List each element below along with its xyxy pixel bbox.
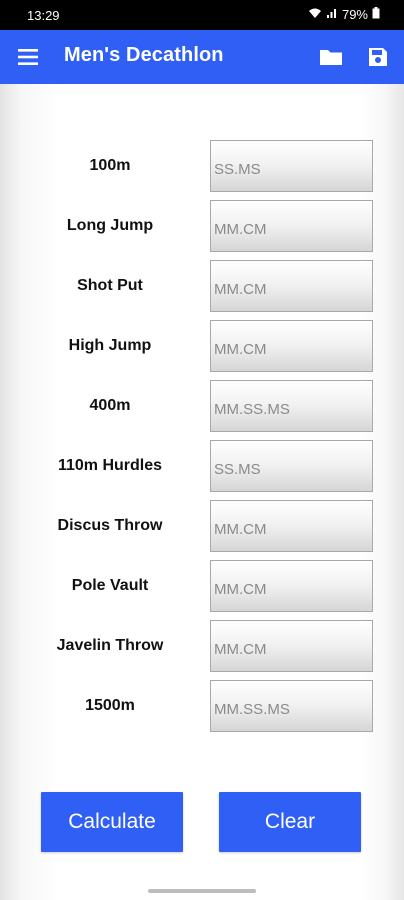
event-label: Shot Put xyxy=(77,277,143,294)
event-row-long-jump: Long Jump xyxy=(0,200,404,252)
status-time: 13:29 xyxy=(27,8,60,23)
event-input-long-jump[interactable] xyxy=(210,200,373,252)
signal-icon xyxy=(326,7,338,22)
clear-button[interactable]: Clear xyxy=(219,792,361,852)
event-row-100m: 100m xyxy=(0,140,404,192)
event-input-pole-vault[interactable] xyxy=(210,560,373,612)
event-label: High Jump xyxy=(68,337,152,354)
folder-icon[interactable] xyxy=(318,45,344,69)
event-input-1500m[interactable] xyxy=(210,680,373,732)
event-row-1500m: 1500m xyxy=(0,680,404,732)
battery-percent: 79% xyxy=(341,7,368,22)
battery-icon xyxy=(372,7,380,22)
gesture-nav-handle[interactable] xyxy=(148,889,256,893)
form-area: 100m Long Jump Shot Put High Jump 400m 1… xyxy=(0,84,404,900)
event-label: 400m xyxy=(89,397,131,414)
event-row-pole-vault: Pole Vault xyxy=(0,560,404,612)
hamburger-menu-icon[interactable] xyxy=(16,46,40,68)
event-label: Javelin Throw xyxy=(56,637,164,654)
event-label: Discus Throw xyxy=(57,517,163,534)
event-row-discus-throw: Discus Throw xyxy=(0,500,404,552)
event-input-shot-put[interactable] xyxy=(210,260,373,312)
event-label: 110m Hurdles xyxy=(57,457,163,474)
event-label: 1500m xyxy=(85,697,135,714)
event-label: 100m xyxy=(89,157,131,174)
event-row-javelin-throw: Javelin Throw xyxy=(0,620,404,672)
event-label: Pole Vault xyxy=(71,577,149,594)
event-input-high-jump[interactable] xyxy=(210,320,373,372)
status-icons: 79% xyxy=(308,7,380,22)
wifi-icon xyxy=(308,7,322,22)
event-row-shot-put: Shot Put xyxy=(0,260,404,312)
app-bar: Men's Decathlon xyxy=(0,30,404,84)
page-title: Men's Decathlon xyxy=(64,44,224,66)
status-bar: 13:29 79% xyxy=(0,0,404,30)
event-row-400m: 400m xyxy=(0,380,404,432)
event-label: Long Jump xyxy=(66,217,154,234)
event-input-javelin-throw[interactable] xyxy=(210,620,373,672)
calculate-button[interactable]: Calculate xyxy=(41,792,183,852)
event-input-discus-throw[interactable] xyxy=(210,500,373,552)
event-input-100m[interactable] xyxy=(210,140,373,192)
event-input-400m[interactable] xyxy=(210,380,373,432)
event-row-high-jump: High Jump xyxy=(0,320,404,372)
event-row-110m-hurdles: 110m Hurdles xyxy=(0,440,404,492)
save-icon[interactable] xyxy=(366,45,390,69)
event-input-110m-hurdles[interactable] xyxy=(210,440,373,492)
